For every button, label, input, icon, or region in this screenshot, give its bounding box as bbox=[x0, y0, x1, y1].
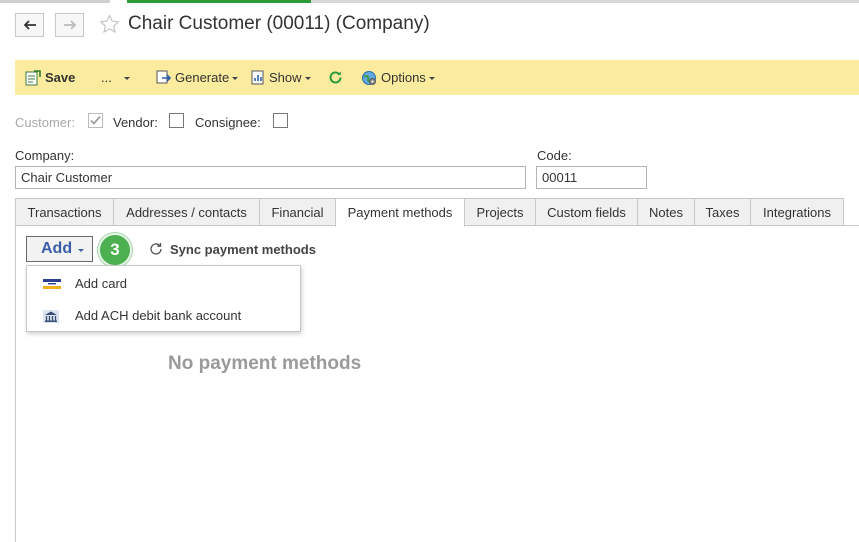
more-label: ... bbox=[101, 70, 112, 85]
add-dropdown-menu: Add card Add ACH debit bank account bbox=[26, 265, 301, 332]
add-ach-menu-item[interactable]: Add ACH debit bank account bbox=[27, 300, 300, 330]
arrow-left-icon bbox=[23, 20, 37, 30]
consignee-label: Consignee: bbox=[195, 115, 261, 130]
step-badge: 3 bbox=[98, 233, 132, 267]
vendor-label: Vendor: bbox=[113, 115, 158, 130]
page-title: Chair Customer (00011) (Company) bbox=[128, 13, 430, 34]
chevron-down-icon bbox=[123, 77, 130, 80]
add-card-label: Add card bbox=[75, 276, 128, 291]
sync-payment-methods-button[interactable]: Sync payment methods bbox=[148, 240, 316, 258]
empty-state-message: No payment methods bbox=[168, 353, 362, 374]
tab-taxes[interactable]: Taxes bbox=[694, 198, 751, 226]
tab-integrations[interactable]: Integrations bbox=[750, 198, 844, 226]
vendor-checkbox[interactable] bbox=[169, 113, 184, 128]
chevron-down-icon bbox=[304, 77, 311, 80]
add-card-menu-item[interactable]: Add card bbox=[27, 268, 300, 298]
code-label: Code: bbox=[537, 148, 572, 163]
checkmark-icon bbox=[90, 115, 101, 125]
add-ach-label: Add ACH debit bank account bbox=[75, 308, 242, 323]
generate-label: Generate bbox=[175, 70, 230, 85]
save-button[interactable]: Save bbox=[25, 60, 75, 95]
forward-button[interactable] bbox=[55, 13, 84, 37]
tab-projects[interactable]: Projects bbox=[464, 198, 536, 226]
refresh-button[interactable] bbox=[328, 60, 347, 95]
sync-icon bbox=[148, 241, 164, 257]
tab-custom-fields[interactable]: Custom fields bbox=[535, 198, 638, 226]
company-label: Company: bbox=[15, 148, 75, 163]
tab-financial[interactable]: Financial bbox=[259, 198, 336, 226]
tab-transactions[interactable]: Transactions bbox=[15, 198, 114, 226]
tab-addresses-contacts[interactable]: Addresses / contacts bbox=[113, 198, 260, 226]
content-left-border bbox=[15, 225, 16, 542]
add-payment-method-button[interactable]: Add bbox=[26, 236, 93, 262]
refresh-icon bbox=[328, 70, 343, 85]
generate-icon bbox=[156, 70, 171, 85]
tab-bar: Transactions Addresses / contacts Financ… bbox=[15, 198, 859, 227]
bank-icon bbox=[43, 310, 59, 323]
arrow-right-icon bbox=[63, 20, 77, 30]
company-field[interactable] bbox=[15, 166, 526, 189]
globe-gear-icon bbox=[361, 70, 377, 86]
show-button[interactable]: Show bbox=[251, 60, 311, 95]
window-top-border bbox=[0, 0, 859, 3]
more-actions-button[interactable]: ... bbox=[101, 60, 130, 95]
back-button[interactable] bbox=[15, 13, 44, 37]
tab-notes[interactable]: Notes bbox=[637, 198, 695, 226]
report-icon bbox=[251, 70, 265, 85]
sync-label: Sync payment methods bbox=[170, 241, 316, 257]
chevron-down-icon bbox=[78, 248, 85, 252]
star-icon[interactable] bbox=[99, 14, 120, 37]
customer-checkbox[interactable] bbox=[88, 113, 103, 128]
consignee-checkbox[interactable] bbox=[273, 113, 288, 128]
customer-label: Customer: bbox=[15, 115, 75, 130]
add-label: Add bbox=[41, 240, 73, 257]
options-button[interactable]: Options bbox=[361, 60, 435, 95]
show-label: Show bbox=[269, 70, 302, 85]
save-icon bbox=[25, 69, 41, 86]
command-bar: Save ... Generate Show Options bbox=[15, 60, 859, 95]
tab-payment-methods[interactable]: Payment methods bbox=[335, 198, 465, 227]
code-field[interactable] bbox=[536, 166, 647, 189]
save-label: Save bbox=[45, 70, 76, 85]
chevron-down-icon bbox=[428, 77, 435, 80]
chevron-down-icon bbox=[232, 77, 239, 80]
generate-button[interactable]: Generate bbox=[156, 60, 239, 95]
options-label: Options bbox=[381, 70, 426, 85]
credit-card-icon bbox=[43, 278, 61, 290]
